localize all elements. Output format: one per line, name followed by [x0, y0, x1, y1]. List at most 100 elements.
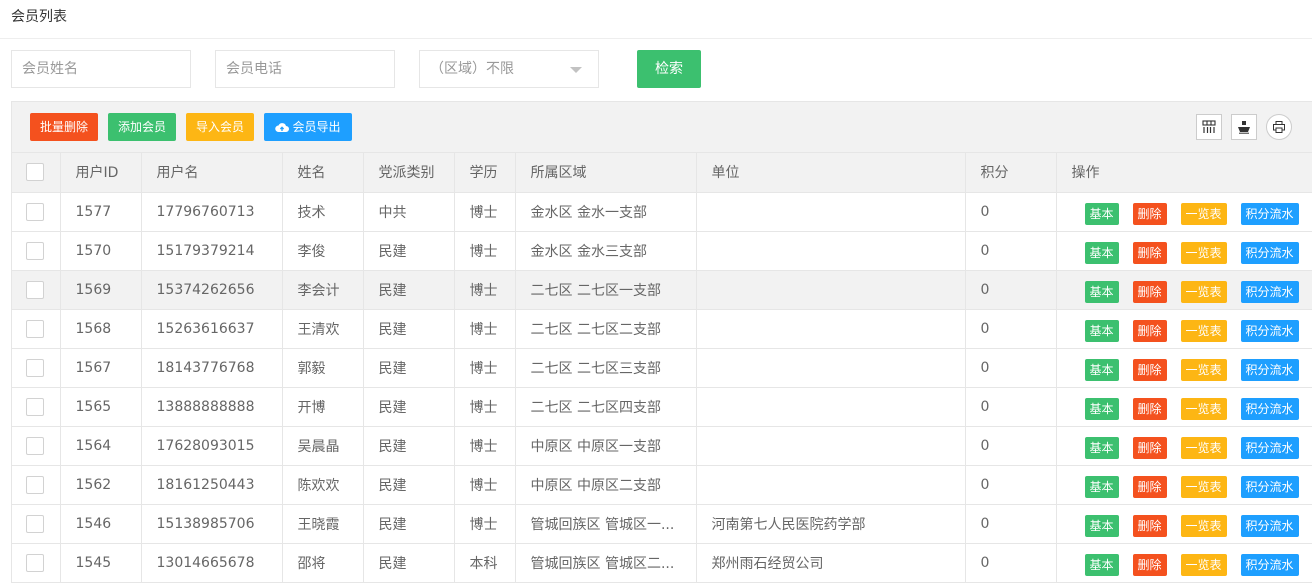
points-flow-button[interactable]: 积分流水	[1240, 319, 1299, 342]
table-row: 1569 15374262656 李会计 民建 博士 二七区 二七区一支部 0 基本 删除 一览表…	[12, 270, 1312, 310]
cell-user-id: 1564	[60, 426, 142, 466]
cell-user-id: 1568	[60, 309, 142, 349]
overview-list-button[interactable]: 一览表	[1180, 475, 1227, 498]
select-all-cell	[12, 153, 61, 193]
cell-points: 0	[965, 348, 1057, 388]
overview-list-button[interactable]: 一览表	[1180, 280, 1227, 303]
row-checkbox[interactable]	[26, 475, 44, 494]
row-checkbox[interactable]	[26, 397, 44, 416]
points-flow-button[interactable]: 积分流水	[1240, 280, 1299, 303]
delete-button[interactable]: 删除	[1132, 514, 1167, 537]
row-checkbox[interactable]	[26, 202, 44, 221]
basic-info-button[interactable]: 基本	[1084, 202, 1119, 225]
delete-button[interactable]: 删除	[1132, 358, 1167, 381]
table-body: 1577 17796760713 技术 中共 博士 金水区 金水一支部 0 基本 删除 一览表 积分…	[12, 192, 1312, 583]
member-name-input[interactable]	[11, 50, 191, 88]
region-select[interactable]: （区域）不限	[419, 50, 599, 88]
points-flow-button[interactable]: 积分流水	[1240, 358, 1299, 381]
row-checkbox[interactable]	[26, 436, 44, 455]
cell-points: 0	[965, 543, 1057, 583]
cell-unit	[696, 192, 966, 232]
cell-party: 中共	[363, 192, 455, 232]
basic-info-button[interactable]: 基本	[1084, 397, 1119, 420]
delete-button[interactable]: 删除	[1132, 553, 1167, 576]
delete-button[interactable]: 删除	[1132, 436, 1167, 459]
cell-username: 13014665678	[141, 543, 283, 583]
points-flow-button[interactable]: 积分流水	[1240, 514, 1299, 537]
row-checkbox[interactable]	[26, 280, 44, 299]
cell-region: 管城回族区 管城区一...	[515, 504, 697, 544]
points-flow-button[interactable]: 积分流水	[1240, 553, 1299, 576]
cell-name: 技术	[282, 192, 364, 232]
table-row: 1545 13014665678 邵将 民建 本科 管城回族区 管城区二... 郑州雨石经贸…	[12, 543, 1312, 583]
batch-delete-button[interactable]: 批量删除	[30, 113, 98, 141]
row-checkbox[interactable]	[26, 319, 44, 338]
row-checkbox[interactable]	[26, 514, 44, 533]
basic-info-button[interactable]: 基本	[1084, 475, 1119, 498]
points-flow-button[interactable]: 积分流水	[1240, 475, 1299, 498]
cell-points: 0	[965, 465, 1057, 505]
export-button[interactable]	[1231, 114, 1257, 140]
overview-list-button[interactable]: 一览表	[1180, 436, 1227, 459]
basic-info-button[interactable]: 基本	[1084, 319, 1119, 342]
import-member-button[interactable]: 导入会员	[186, 113, 254, 141]
points-flow-button[interactable]: 积分流水	[1240, 436, 1299, 459]
table-row: 1564 17628093015 吴晨晶 民建 博士 中原区 中原区一支部 0 基本 删除 一览表…	[12, 426, 1312, 466]
basic-info-button[interactable]: 基本	[1084, 553, 1119, 576]
overview-list-button[interactable]: 一览表	[1180, 202, 1227, 225]
cell-username: 15263616637	[141, 309, 283, 349]
overview-list-button[interactable]: 一览表	[1180, 319, 1227, 342]
cell-points: 0	[965, 309, 1057, 349]
basic-info-button[interactable]: 基本	[1084, 280, 1119, 303]
row-checkbox[interactable]	[26, 553, 44, 572]
delete-button[interactable]: 删除	[1132, 475, 1167, 498]
header-unit: 单位	[696, 153, 966, 193]
cell-education: 博士	[454, 231, 516, 271]
points-flow-button[interactable]: 积分流水	[1240, 241, 1299, 264]
add-member-button[interactable]: 添加会员	[108, 113, 176, 141]
cell-region: 中原区 中原区一支部	[515, 426, 697, 466]
basic-info-button[interactable]: 基本	[1084, 514, 1119, 537]
row-select-cell	[12, 465, 61, 505]
overview-list-button[interactable]: 一览表	[1180, 358, 1227, 381]
select-all-checkbox[interactable]	[26, 163, 44, 182]
cell-education: 博士	[454, 387, 516, 427]
search-button[interactable]: 检索	[637, 50, 701, 88]
row-select-cell	[12, 231, 61, 271]
overview-list-button[interactable]: 一览表	[1180, 514, 1227, 537]
delete-button[interactable]: 删除	[1132, 241, 1167, 264]
cell-unit: 河南第七人民医院药学部	[696, 504, 966, 544]
header-party: 党派类别	[363, 153, 455, 193]
row-checkbox[interactable]	[26, 358, 44, 377]
overview-list-button[interactable]: 一览表	[1180, 241, 1227, 264]
basic-info-button[interactable]: 基本	[1084, 241, 1119, 264]
delete-button[interactable]: 删除	[1132, 319, 1167, 342]
cell-region: 中原区 中原区二支部	[515, 465, 697, 505]
overview-list-button[interactable]: 一览表	[1180, 397, 1227, 420]
table-header-row: 用户ID 用户名 姓名 党派类别 学历 所属区域 单位 积分 操作	[12, 153, 1312, 193]
table-row: 1577 17796760713 技术 中共 博士 金水区 金水一支部 0 基本 删除 一览表 积分…	[12, 192, 1312, 232]
print-button[interactable]	[1266, 114, 1292, 140]
cell-name: 郭毅	[282, 348, 364, 388]
columns-icon	[1202, 120, 1216, 133]
delete-button[interactable]: 删除	[1132, 202, 1167, 225]
delete-button[interactable]: 删除	[1132, 280, 1167, 303]
table-row: 1565 13888888888 开博 民建 博士 二七区 二七区四支部 0 基本 删除 一览表积…	[12, 387, 1312, 427]
row-checkbox[interactable]	[26, 241, 44, 260]
basic-info-button[interactable]: 基本	[1084, 358, 1119, 381]
cell-region: 管城回族区 管城区二...	[515, 543, 697, 583]
row-actions: 基本 删除 一览表 积分流水	[1056, 309, 1312, 349]
print-icon	[1273, 121, 1285, 133]
points-flow-button[interactable]: 积分流水	[1240, 202, 1299, 225]
column-filter-button[interactable]	[1196, 114, 1222, 140]
basic-info-button[interactable]: 基本	[1084, 436, 1119, 459]
cell-username: 15374262656	[141, 270, 283, 310]
points-flow-button[interactable]: 积分流水	[1240, 397, 1299, 420]
cell-username: 18143776768	[141, 348, 283, 388]
delete-button[interactable]: 删除	[1132, 397, 1167, 420]
export-member-button[interactable]: 会员导出	[264, 113, 352, 141]
row-actions: 基本 删除 一览表 积分流水	[1056, 387, 1312, 427]
member-phone-input[interactable]	[215, 50, 395, 88]
overview-list-button[interactable]: 一览表	[1180, 553, 1227, 576]
row-actions: 基本 删除 一览表 积分流水	[1056, 348, 1312, 388]
